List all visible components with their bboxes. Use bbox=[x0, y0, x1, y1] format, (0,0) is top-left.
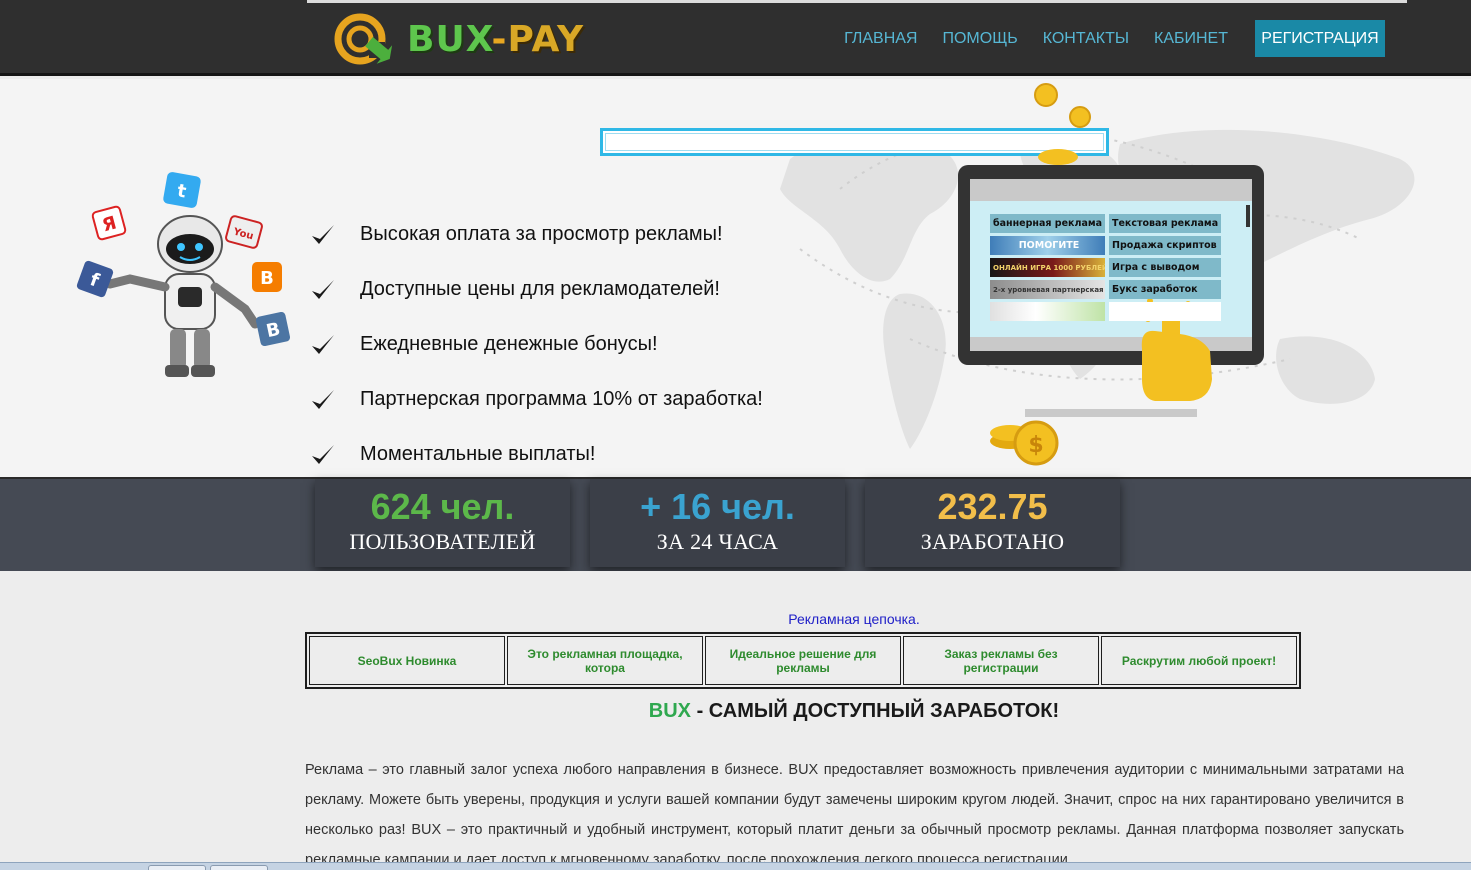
ad-chain-link[interactable]: Это рекламная площадка, котора bbox=[507, 636, 703, 685]
logo-coin-arrow-icon bbox=[334, 13, 393, 65]
checkmark-icon bbox=[312, 279, 334, 299]
ad-chain-link[interactable]: Раскрутим любой проект! bbox=[1101, 636, 1297, 685]
stat-earned-value: 232.75 bbox=[937, 486, 1048, 527]
banner-row: ПОМОГИТЕ Продажа скриптов bbox=[990, 236, 1230, 255]
taskbar-button[interactable] bbox=[148, 865, 206, 870]
coin-stack-icon: $ bbox=[990, 420, 1059, 466]
banner-affiliate: 2-х уровневая партнерская программа bbox=[990, 280, 1105, 299]
logo-text-dash: - bbox=[491, 18, 508, 60]
feature-item: Партнерская программа 10% от заработка! bbox=[310, 372, 763, 427]
checkmark-icon bbox=[312, 224, 334, 244]
banner-row: 2-х уровневая партнерская программа Букс… bbox=[990, 280, 1230, 299]
feature-item: Ежедневные денежные бонусы! bbox=[310, 317, 763, 372]
svg-text:B: B bbox=[260, 268, 274, 289]
banner-kids bbox=[990, 302, 1105, 321]
banner-text-ads: Текстовая реклама bbox=[1109, 214, 1221, 233]
feature-item: Доступные цены для рекламодателей! bbox=[310, 262, 763, 317]
stat-new-users-label: ЗА 24 ЧАСА bbox=[656, 529, 779, 554]
stat-users: 624 чел. ПОЛЬЗОВАТЕЛЕЙ bbox=[315, 479, 570, 567]
banner-bux-earnings: Букс заработок bbox=[1109, 280, 1221, 299]
stats-bar: 624 чел. ПОЛЬЗОВАТЕЛЕЙ + 16 чел. ЗА 24 Ч… bbox=[0, 479, 1471, 571]
main-headline: BUX - САМЫЙ ДОСТУПНЫЙ ЗАРАБОТОК! bbox=[0, 700, 1471, 723]
banner-ads: баннерная реклама bbox=[990, 214, 1105, 233]
headline-brand: BUX bbox=[648, 700, 692, 722]
ad-chain-link[interactable]: SeoBux Новинка bbox=[309, 636, 505, 685]
ad-chain-table: SeoBux Новинка Это рекламная площадка, к… bbox=[305, 632, 1301, 689]
feature-text: Ежедневные денежные бонусы! bbox=[360, 333, 658, 355]
nav-contacts-link[interactable]: КОНТАКТЫ bbox=[1043, 30, 1129, 48]
feature-text: Моментальные выплаты! bbox=[360, 443, 596, 465]
stat-earned: 232.75 ЗАРАБОТАНО bbox=[865, 479, 1120, 567]
robot-social-media-illustration: Я f t You B В bbox=[76, 172, 291, 377]
logo-text-pay: PAY bbox=[507, 18, 585, 60]
ad-chain-link[interactable]: Идеальное решение для рекламы bbox=[705, 636, 901, 685]
banner-row bbox=[990, 302, 1230, 321]
stat-new-users: + 16 чел. ЗА 24 ЧАСА bbox=[590, 479, 845, 567]
site-header: BUX-PAY ГЛАВНАЯ ПОМОЩЬ КОНТАКТЫ КАБИНЕТ … bbox=[0, 0, 1471, 76]
svg-text:$: $ bbox=[1028, 433, 1043, 458]
ad-chain-title[interactable]: Рекламная цепочка. bbox=[0, 611, 1471, 627]
logo-text-bux: BUX bbox=[407, 18, 492, 60]
feature-text: Доступные цены для рекламодателей! bbox=[360, 278, 720, 300]
feature-list: Высокая оплата за просмотр рекламы! Дост… bbox=[310, 207, 763, 477]
checkmark-icon bbox=[312, 334, 334, 354]
feature-text: Высокая оплата за просмотр рекламы! bbox=[360, 223, 723, 245]
os-taskbar bbox=[0, 862, 1471, 870]
banner-row: ОНЛАЙН ИГРА 1000 РУБЛЕЙ ПРИ РЕГИСТРАЦИИ … bbox=[990, 258, 1230, 277]
monitor-banner-grid: баннерная реклама Текстовая реклама ПОМО… bbox=[990, 214, 1230, 324]
stat-earned-label: ЗАРАБОТАНО bbox=[920, 529, 1065, 554]
feature-item: Высокая оплата за просмотр рекламы! bbox=[310, 207, 763, 262]
intro-paragraph: Реклама – это главный залог успеха любог… bbox=[305, 762, 1404, 868]
site-logo[interactable]: BUX-PAY bbox=[333, 12, 584, 66]
header-top-line bbox=[307, 0, 1407, 3]
logo-text: BUX-PAY bbox=[407, 19, 584, 60]
stat-users-value: 624 чел. bbox=[370, 486, 515, 527]
taskbar-button[interactable] bbox=[210, 865, 268, 870]
stat-new-users-value: + 16 чел. bbox=[640, 486, 795, 527]
banner-row: баннерная реклама Текстовая реклама bbox=[990, 214, 1230, 233]
banner-empty bbox=[1109, 302, 1221, 321]
headline-text: - САМЫЙ ДОСТУПНЫЙ ЗАРАБОТОК! bbox=[691, 700, 1060, 722]
feature-item: Моментальные выплаты! bbox=[310, 427, 763, 477]
checkmark-icon bbox=[312, 444, 334, 464]
main-nav: ГЛАВНАЯ ПОМОЩЬ КОНТАКТЫ КАБИНЕТ РЕГИСТРА… bbox=[819, 20, 1385, 57]
banner-game-withdraw: Игра с выводом bbox=[1109, 258, 1221, 277]
nav-home-link[interactable]: ГЛАВНАЯ bbox=[844, 30, 917, 48]
register-button[interactable]: РЕГИСТРАЦИЯ bbox=[1255, 20, 1385, 57]
banner-scripts: Продажа скриптов bbox=[1109, 236, 1221, 255]
banner-online-game: ОНЛАЙН ИГРА 1000 РУБЛЕЙ ПРИ РЕГИСТРАЦИИ bbox=[990, 258, 1105, 277]
stat-users-label: ПОЛЬЗОВАТЕЛЕЙ bbox=[349, 529, 536, 554]
ad-chain-link[interactable]: Заказ рекламы без регистрации bbox=[903, 636, 1099, 685]
content-section: Рекламная цепочка. SeoBux Новинка Это ре… bbox=[0, 571, 1471, 870]
coin-icon bbox=[1034, 83, 1091, 165]
banner-help: ПОМОГИТЕ bbox=[990, 236, 1105, 255]
checkmark-icon bbox=[312, 389, 334, 409]
nav-help-link[interactable]: ПОМОЩЬ bbox=[942, 30, 1017, 48]
nav-cabinet-link[interactable]: КАБИНЕТ bbox=[1154, 30, 1228, 48]
feature-text: Партнерская программа 10% от заработка! bbox=[360, 388, 763, 410]
hero-section: Я f t You B В Высокая оплата за просмотр… bbox=[0, 79, 1471, 479]
